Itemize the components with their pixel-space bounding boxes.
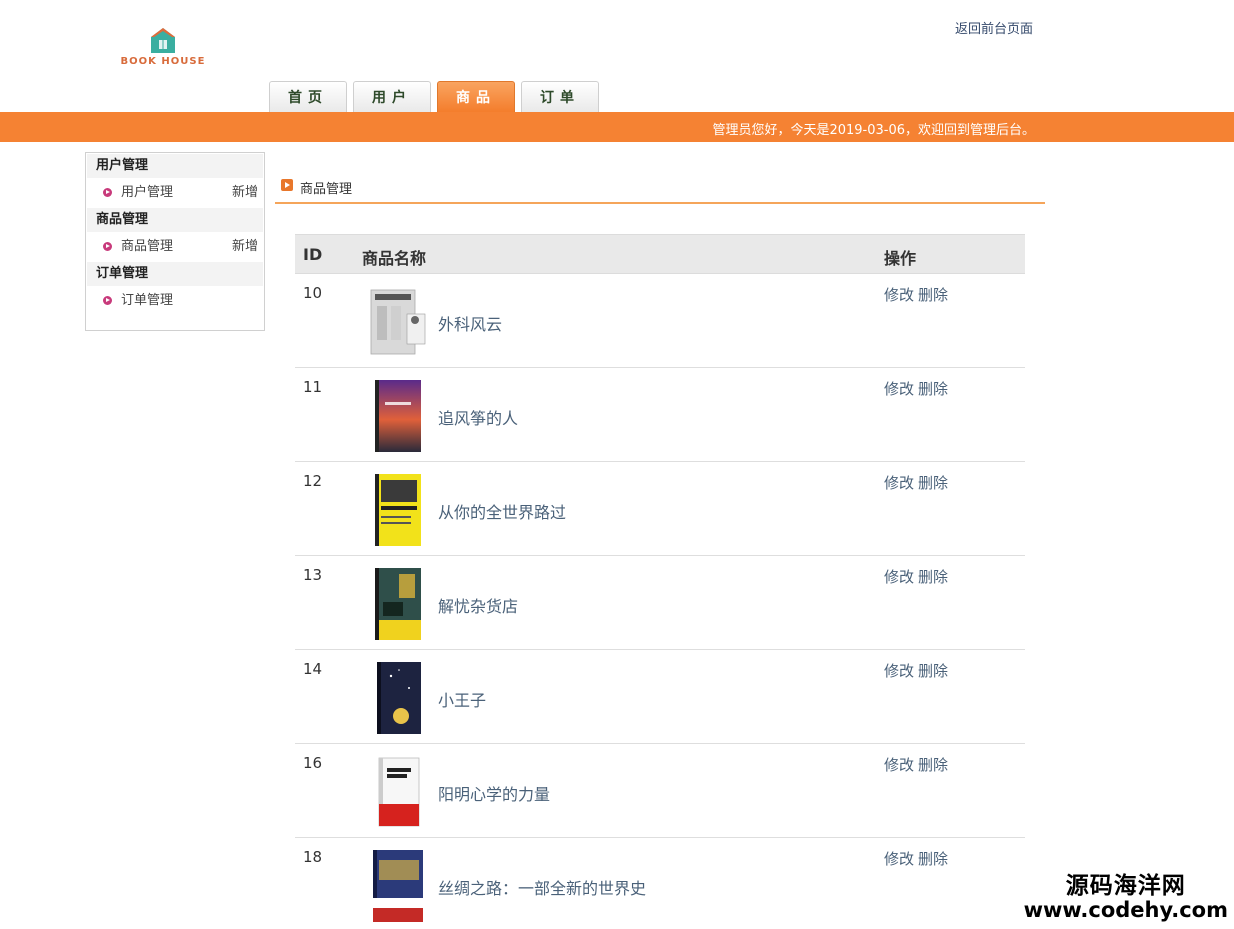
sidebar-item-label: 订单管理 [121, 293, 174, 308]
row-actions: 修改 删除 [884, 284, 952, 305]
arrow-bullet-icon [103, 296, 112, 305]
book-cover-image [375, 568, 421, 640]
product-name: 阳明心学的力量 [438, 785, 551, 804]
book-cover-image [375, 380, 421, 452]
product-name: 丝绸之路：一部全新的世界史 [438, 879, 647, 898]
book-cover-image [375, 474, 421, 546]
delete-link[interactable]: 删除 [918, 756, 948, 774]
section-title: 商品管理 [300, 182, 353, 197]
row-actions: 修改 删除 [884, 660, 952, 681]
sidebar-item-product-management[interactable]: 商品管理 新增 [87, 232, 263, 262]
product-id: 18 [303, 848, 323, 866]
nav-tab-orders[interactable]: 订单 [521, 81, 599, 112]
main-nav: 首页 用户 商品 订单 [269, 81, 605, 112]
product-id: 14 [303, 660, 323, 678]
book-cover-image [370, 289, 426, 355]
table-row: 14 小王子 修改 删除 [295, 650, 1025, 744]
table-row: 12 从你的全世界路过 修改 删除 [295, 462, 1025, 556]
delete-link[interactable]: 删除 [918, 568, 948, 586]
back-to-frontend-link[interactable]: 返回前台页面 [955, 18, 1033, 37]
product-name: 解忧杂货店 [438, 597, 519, 616]
row-actions: 修改 删除 [884, 566, 952, 587]
book-cover-image [378, 757, 420, 827]
delete-link[interactable]: 删除 [918, 662, 948, 680]
table-header: ID 商品名称 操作 [295, 234, 1025, 274]
sidebar-item-label: 用户管理 [121, 185, 174, 200]
row-actions: 修改 删除 [884, 378, 952, 399]
watermark-line2: www.codehy.com [1023, 898, 1228, 922]
product-table: ID 商品名称 操作 10 外科风云 修改删除 11 追风筝的人 修改删除 [295, 234, 1025, 929]
logo-text: BOOK HOUSE [120, 56, 206, 67]
delete-link[interactable]: 删除 [918, 286, 948, 304]
site-logo[interactable]: BOOK HOUSE [118, 26, 208, 76]
product-name: 追风筝的人 [438, 409, 519, 428]
book-cover-image [377, 662, 421, 734]
edit-link[interactable]: 修改 [884, 756, 914, 774]
product-id: 13 [303, 566, 323, 584]
sidebar-group-orders: 订单管理 [87, 262, 263, 286]
house-book-icon [151, 28, 175, 53]
table-row: 16 阳明心学的力量 修改 删除 [295, 744, 1025, 838]
row-actions: 修改 删除 [884, 754, 952, 775]
watermark-line1: 源码海洋网 [1065, 873, 1186, 899]
arrow-bullet-icon [103, 242, 112, 251]
nav-tab-products[interactable]: 商品 [437, 81, 515, 112]
product-id: 12 [303, 472, 323, 490]
column-header-ops: 操作 [884, 249, 917, 268]
table-row: 11 追风筝的人 修改 删除 [295, 368, 1025, 462]
delete-link[interactable]: 删除 [918, 380, 948, 398]
add-product-link[interactable]: 新增 [232, 232, 258, 262]
sidebar-item-label: 商品管理 [121, 239, 174, 254]
table-row: 10 外科风云 修改 删除 [295, 274, 1025, 368]
welcome-banner: 管理员您好，今天是2019-03-06，欢迎回到管理后台。 [0, 112, 1234, 142]
edit-link[interactable]: 修改 [884, 850, 914, 868]
arrow-bullet-icon [103, 188, 112, 197]
row-actions: 修改 删除 [884, 472, 952, 493]
product-id: 11 [303, 378, 323, 396]
sidebar-group-users: 用户管理 [87, 154, 263, 178]
product-id: 16 [303, 754, 323, 772]
row-actions: 修改 删除 [884, 848, 952, 869]
edit-link[interactable]: 修改 [884, 286, 914, 304]
nav-tab-home[interactable]: 首页 [269, 81, 347, 112]
section-header: 商品管理 [275, 172, 1045, 204]
product-name: 小王子 [438, 691, 487, 710]
sidebar-group-products: 商品管理 [87, 208, 263, 232]
delete-link[interactable]: 删除 [918, 850, 948, 868]
nav-tab-users[interactable]: 用户 [353, 81, 431, 112]
section-arrow-icon [281, 179, 293, 191]
edit-link[interactable]: 修改 [884, 662, 914, 680]
sidebar-item-user-management[interactable]: 用户管理 新增 [87, 178, 263, 208]
site-watermark: 源码海洋网 www.codehy.com [1024, 874, 1228, 922]
table-row: 18 丝绸之路：一部全新的世界史 修改 删除 [295, 838, 1025, 929]
product-name: 从你的全世界路过 [438, 503, 567, 522]
add-user-link[interactable]: 新增 [232, 178, 258, 208]
column-header-id: ID [303, 245, 323, 264]
edit-link[interactable]: 修改 [884, 380, 914, 398]
column-header-name: 商品名称 [362, 249, 427, 268]
delete-link[interactable]: 删除 [918, 474, 948, 492]
sidebar: 用户管理 用户管理 新增 商品管理 商品管理 新增 订单管理 订单管理 [85, 152, 265, 331]
welcome-text: 管理员您好，今天是2019-03-06，欢迎回到管理后台。 [712, 123, 1035, 138]
table-row: 13 解忧杂货店 修改 删除 [295, 556, 1025, 650]
product-name: 外科风云 [438, 315, 503, 334]
edit-link[interactable]: 修改 [884, 474, 914, 492]
book-cover-image [373, 850, 423, 922]
sidebar-item-order-management[interactable]: 订单管理 [87, 286, 263, 316]
product-id: 10 [303, 284, 323, 302]
edit-link[interactable]: 修改 [884, 568, 914, 586]
